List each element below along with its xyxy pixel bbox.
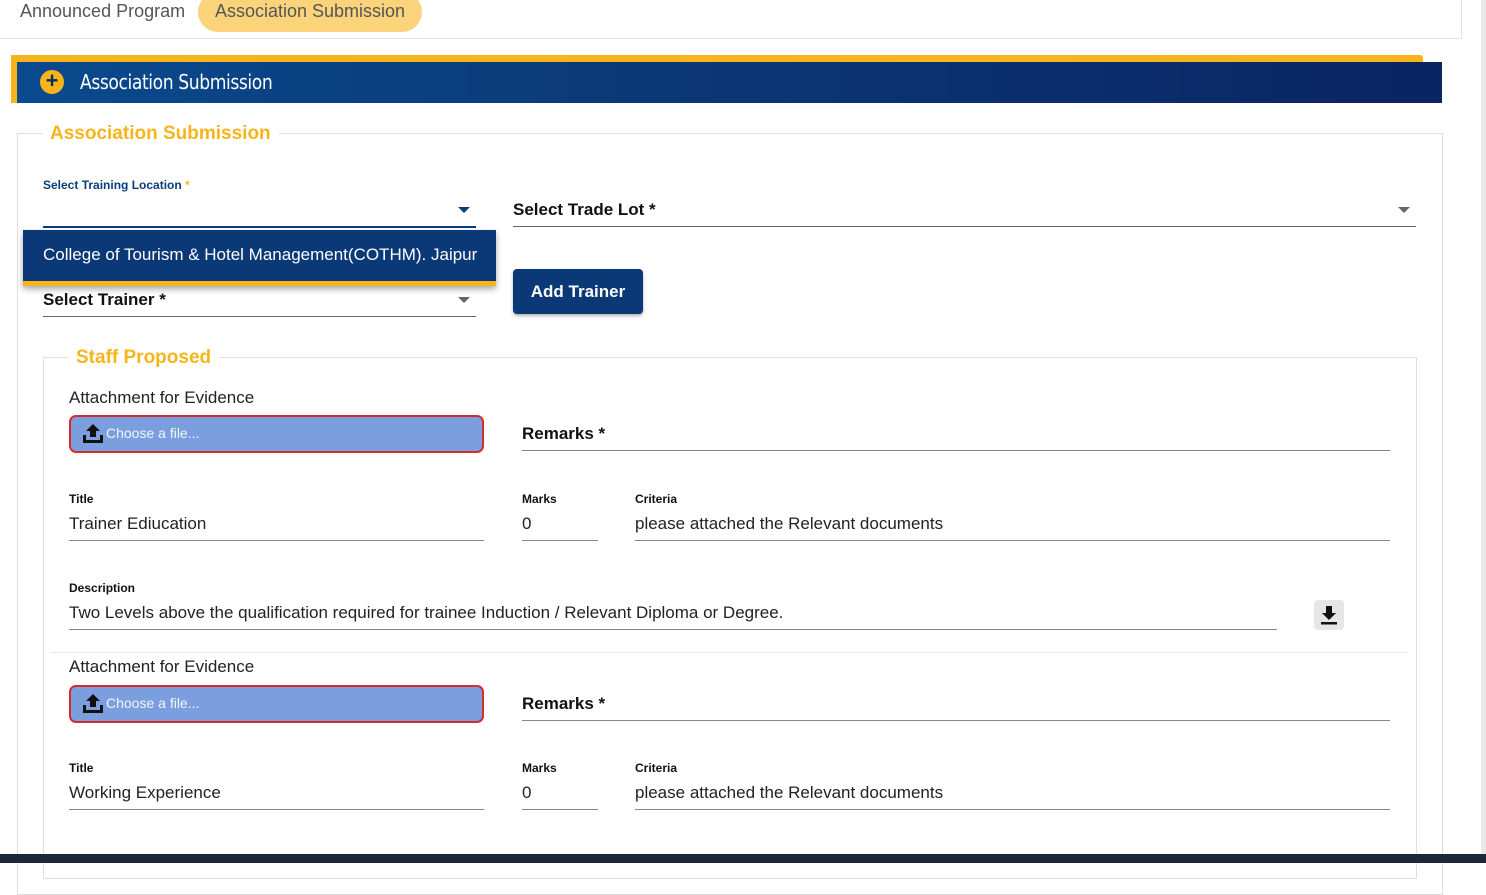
training-location-label-text: Select Training Location — [43, 178, 182, 192]
tab-bar: Announced Program Association Submission — [0, 0, 1462, 39]
title-underline — [69, 540, 484, 541]
section-banner[interactable]: + Association Submission — [17, 62, 1442, 103]
required-mark: * — [185, 178, 190, 192]
caret-down-icon[interactable] — [458, 297, 470, 303]
upload-icon — [83, 424, 103, 443]
remarks-underline — [522, 720, 1390, 721]
plus-icon[interactable]: + — [40, 70, 64, 94]
file-upload-button[interactable]: Choose a file... — [69, 685, 484, 723]
remarks-field[interactable]: Remarks * — [522, 424, 605, 444]
caret-down-icon[interactable] — [458, 207, 470, 213]
marks-value[interactable]: 0 — [522, 514, 531, 534]
description-underline — [69, 629, 1277, 630]
criteria-underline — [635, 809, 1390, 810]
marks-label: Marks — [522, 492, 557, 506]
attachment-label: Attachment for Evidence — [69, 388, 255, 407]
add-trainer-button[interactable]: Add Trainer — [513, 269, 643, 314]
marks-underline — [522, 809, 598, 810]
criteria-underline — [635, 540, 1390, 541]
remarks-field[interactable]: Remarks * — [522, 694, 605, 714]
description-label: Description — [69, 581, 136, 595]
title-underline — [69, 809, 484, 810]
marks-underline — [522, 540, 598, 541]
trade-lot-underline — [513, 226, 1416, 227]
file-placeholder: Choose a file... — [106, 425, 200, 441]
training-location-label: Select Training Location * — [43, 178, 190, 192]
marks-label: Marks — [522, 761, 557, 775]
file-placeholder: Choose a file... — [106, 695, 200, 711]
training-location-dropdown[interactable]: College of Tourism & Hotel Management(CO… — [23, 230, 496, 286]
download-button[interactable] — [1314, 600, 1344, 630]
tab-announced-program[interactable]: Announced Program — [20, 0, 185, 32]
banner-title: Association Submission — [80, 70, 273, 94]
file-upload-button[interactable]: Choose a file... — [69, 415, 484, 453]
banner-accent — [11, 55, 1423, 62]
description-value[interactable]: Two Levels above the qualification requi… — [69, 603, 783, 623]
criteria-value[interactable]: please attached the Relevant documents — [635, 783, 943, 803]
attachment-label: Attachment for Evidence — [69, 657, 255, 676]
title-label: Title — [69, 492, 94, 506]
dropdown-option[interactable]: College of Tourism & Hotel Management(CO… — [43, 245, 483, 265]
title-value[interactable]: Working Experience — [69, 783, 221, 803]
criteria-label: Criteria — [635, 492, 678, 506]
item-divider — [51, 652, 1408, 653]
bottom-taskbar — [0, 854, 1486, 863]
remarks-underline — [522, 450, 1390, 451]
marks-value[interactable]: 0 — [522, 783, 531, 803]
upload-icon — [83, 694, 103, 713]
title-label: Title — [69, 761, 94, 775]
download-icon — [1321, 606, 1337, 625]
caret-down-icon[interactable] — [1398, 207, 1410, 213]
title-value[interactable]: Trainer Ediucation — [69, 514, 206, 534]
trainer-select[interactable]: Select Trainer * — [43, 290, 166, 310]
scrollbar[interactable] — [1481, 0, 1486, 863]
staff-legend: Staff Proposed — [68, 347, 220, 369]
tab-association-submission[interactable]: Association Submission — [198, 0, 422, 32]
criteria-label: Criteria — [635, 761, 678, 775]
trainer-underline — [43, 316, 476, 317]
fieldset-legend: Association Submission — [42, 123, 279, 145]
trade-lot-select[interactable]: Select Trade Lot * — [513, 200, 656, 220]
criteria-value[interactable]: please attached the Relevant documents — [635, 514, 943, 534]
training-location-select[interactable] — [43, 226, 476, 228]
